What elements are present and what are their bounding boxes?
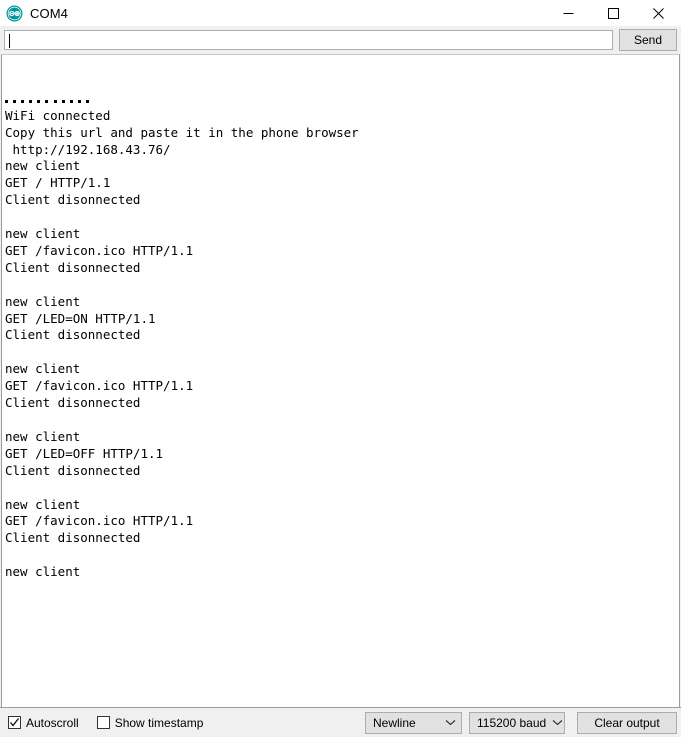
title-bar: COM4 — [0, 0, 681, 26]
serial-output-panel[interactable]: WiFi connected Copy this url and paste i… — [1, 54, 680, 707]
progress-dot — [85, 99, 89, 103]
line-ending-select[interactable]: Newline — [365, 711, 462, 734]
serial-output-text: WiFi connected Copy this url and paste i… — [2, 55, 679, 598]
progress-dot — [29, 99, 33, 103]
line-ending-value: Newline — [373, 715, 416, 730]
status-bar: Autoscroll Show timestamp Newline 115200… — [0, 707, 681, 737]
chevron-down-icon — [552, 719, 563, 726]
serial-output-lines: WiFi connected Copy this url and paste i… — [5, 107, 359, 580]
maximize-icon[interactable] — [591, 0, 636, 26]
window-title: COM4 — [30, 5, 68, 21]
show-timestamp-checkbox[interactable]: Show timestamp — [96, 715, 204, 730]
close-icon[interactable] — [636, 0, 681, 26]
window-controls — [546, 0, 681, 26]
progress-dot — [77, 99, 81, 103]
progress-dot — [37, 99, 41, 103]
arduino-logo-icon — [6, 5, 23, 22]
autoscroll-checkbox[interactable]: Autoscroll — [8, 716, 79, 730]
show-timestamp-checkbox-box[interactable] — [96, 716, 110, 729]
baud-rate-select[interactable]: 115200 baud — [469, 711, 565, 734]
progress-dot — [61, 99, 65, 103]
progress-dot — [13, 99, 17, 103]
autoscroll-checkbox-box[interactable] — [8, 716, 21, 729]
progress-dot — [45, 99, 49, 103]
serial-monitor-window: COM4 Send WiFi connected Copy this url a… — [0, 0, 681, 737]
autoscroll-label: Autoscroll — [26, 715, 79, 730]
chevron-down-icon — [445, 719, 456, 726]
progress-dot — [21, 99, 25, 103]
text-caret — [9, 34, 10, 48]
clear-output-button[interactable]: Clear output — [577, 711, 677, 734]
check-icon — [10, 718, 19, 727]
progress-dot — [69, 99, 73, 103]
progress-dots-line — [5, 91, 679, 108]
progress-dot — [5, 99, 8, 103]
send-button[interactable]: Send — [619, 29, 677, 51]
baud-rate-value: 115200 baud — [477, 715, 547, 730]
serial-send-input[interactable] — [4, 30, 613, 50]
minimize-icon[interactable] — [546, 0, 591, 26]
show-timestamp-label: Show timestamp — [114, 715, 204, 730]
progress-dot — [53, 99, 57, 103]
title-bar-left: COM4 — [0, 5, 68, 22]
send-row: Send — [0, 26, 681, 54]
